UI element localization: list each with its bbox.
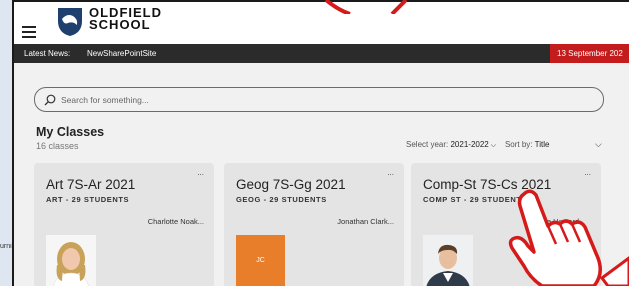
school-crest-icon[interactable] [57,7,83,37]
sort-select[interactable]: Title [535,140,550,149]
teacher-avatar [46,235,96,286]
card-teacher: Jonathan Clark... [337,217,394,226]
hamburger-menu-icon[interactable] [22,26,36,38]
year-label: Select year: [406,140,449,149]
card-menu-icon[interactable]: ... [197,168,204,177]
pointing-hand-icon [508,189,629,286]
news-bar: Latest News: NewSharePointSite 13 Septem… [14,44,629,63]
card-title: Geog 7S-Gg 2021 [236,177,346,192]
card-menu-icon[interactable]: ... [387,168,394,177]
card-menu-icon[interactable]: ... [584,168,591,177]
card-title: Art 7S-Ar 2021 [46,177,136,192]
teacher-photo-icon [46,235,96,286]
news-link[interactable]: NewSharePointSite [87,49,156,58]
card-subtitle: ART - 29 STUDENTS [46,195,130,204]
teacher-avatar [423,235,473,286]
card-subtitle: GEOG - 29 STUDENTS [236,195,327,204]
year-value: 2021-2022 [450,140,489,149]
chevron-down-icon[interactable]: ⌵ [595,139,602,150]
class-count: 16 classes [36,141,79,151]
news-label: Latest News: [24,49,71,58]
class-card[interactable]: ... Geog 7S-Gg 2021 GEOG - 29 STUDENTS J… [224,163,404,286]
class-card[interactable]: ... Art 7S-Ar 2021 ART - 29 STUDENTS Cha… [34,163,214,286]
chevron-down-icon: ⌵ [490,142,497,149]
sort-label: Sort by: [504,140,533,149]
school-name-line2: SCHOOL [89,17,151,32]
teacher-photo-icon [423,235,473,286]
search-icon [44,94,56,106]
teacher-initials-avatar: JC [236,235,285,286]
card-teacher: Charlotte Noak... [147,217,204,226]
pointing-hand-icon [324,0,408,14]
year-select[interactable]: 2021-2022 ⌵ [450,140,496,149]
background-left-text: urni [0,243,12,250]
school-name[interactable]: OLDFIELD SCHOOL [89,6,162,32]
news-date: 13 September 202 [550,44,629,63]
page-title: My Classes [36,125,105,139]
search-input[interactable]: Search for something... [34,87,604,112]
filters: Select year: 2021-2022 ⌵ Sort by: Title [406,140,549,150]
search-placeholder: Search for something... [61,95,149,105]
